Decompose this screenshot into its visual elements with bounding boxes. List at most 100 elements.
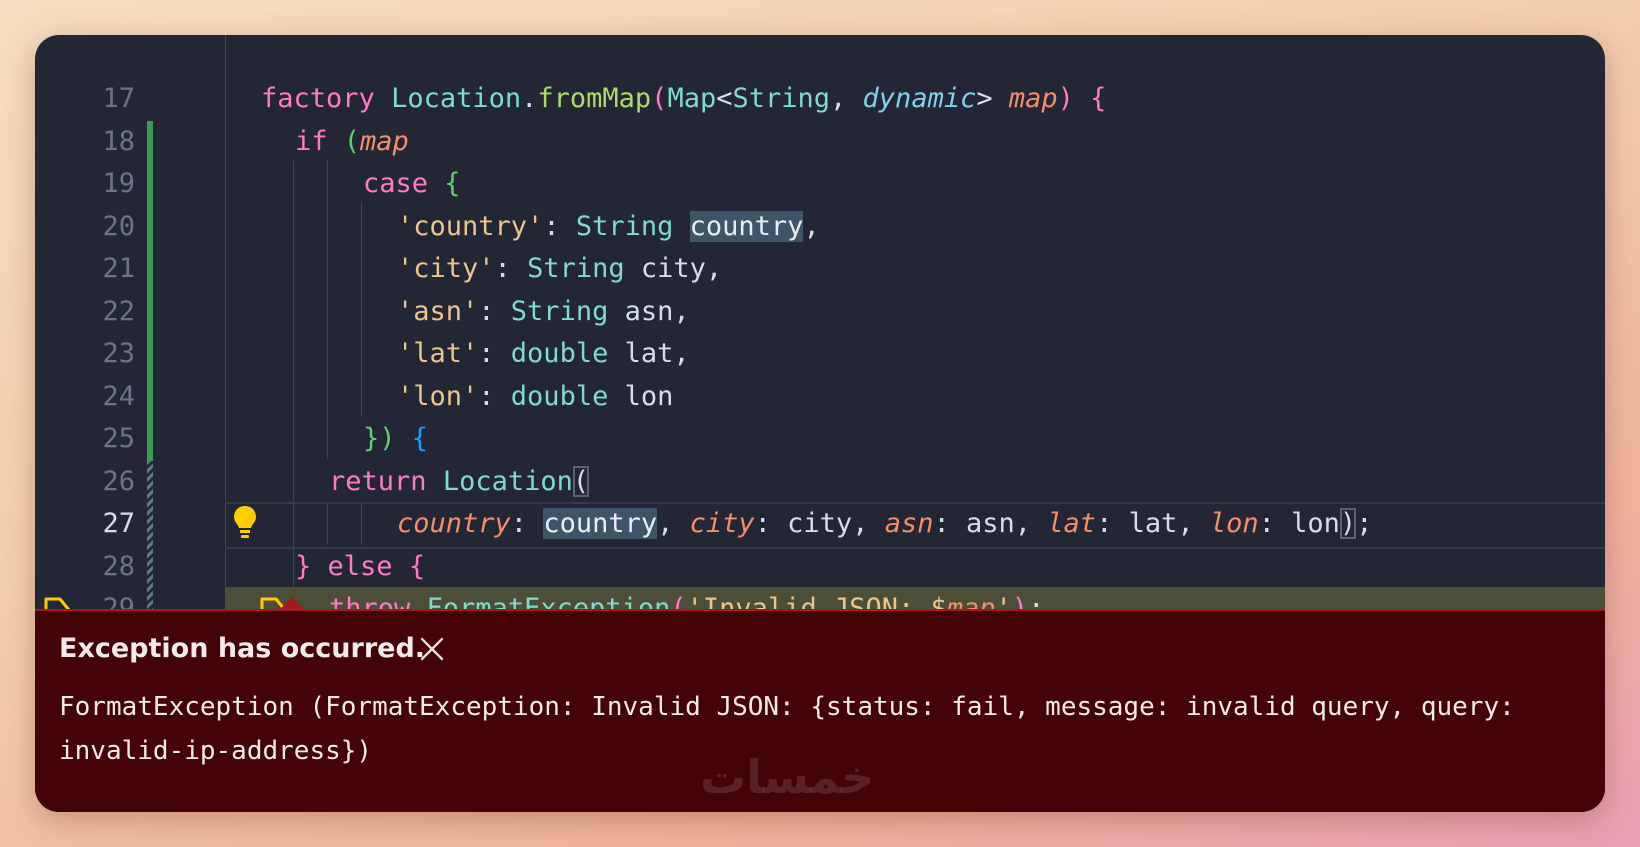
code-token: Map <box>667 83 717 114</box>
code-token: map <box>360 125 409 157</box>
code-token: > <box>976 83 1009 114</box>
code-token: ; <box>1356 508 1373 539</box>
code-token: Location <box>391 83 522 114</box>
code-token: 'lat' <box>397 338 479 369</box>
code-text[interactable]: factory Location.fromMap(Map<String, dyn… <box>261 77 1106 121</box>
code-line[interactable]: 24 'lon': double lon <box>35 375 1605 419</box>
line-number[interactable]: 23 <box>35 332 135 376</box>
code-token: String <box>732 83 831 114</box>
code-line[interactable]: 20 'country': String country, <box>35 205 1605 249</box>
code-token: , <box>830 83 863 114</box>
code-editor-window: 17 factory Location.fromMap(Map<String, d… <box>35 35 1605 812</box>
line-number[interactable]: 24 <box>35 375 135 419</box>
code-line[interactable]: 28} else { <box>35 545 1605 589</box>
lightbulb-icon[interactable] <box>233 505 257 539</box>
code-line[interactable]: 26 return Location( <box>35 460 1605 504</box>
code-token: ( <box>343 125 361 157</box>
code-token: , <box>803 210 820 242</box>
code-token: double <box>510 338 609 369</box>
code-text[interactable]: 'city': String city, <box>397 247 722 291</box>
code-token: . <box>521 83 538 114</box>
line-number[interactable]: 26 <box>35 460 135 504</box>
code-token: : <box>510 508 544 539</box>
code-token: : <box>478 295 511 327</box>
code-token: : lon <box>1258 508 1340 539</box>
line-number[interactable]: 19 <box>35 162 135 206</box>
code-token: : <box>478 380 511 412</box>
code-token: : asn, <box>933 508 1048 539</box>
code-token: : city, <box>754 508 885 539</box>
code-token: if <box>295 125 328 157</box>
code-text[interactable]: } else { <box>295 545 425 589</box>
code-text[interactable]: }) { <box>363 417 428 461</box>
code-token: 'city' <box>397 253 495 284</box>
code-token: dynamic <box>862 83 977 114</box>
code-token: country <box>543 508 658 539</box>
line-number[interactable]: 27 <box>35 502 135 546</box>
code-token: case <box>363 168 429 199</box>
code-text[interactable]: country: country, city: city, asn: asn, … <box>397 502 1372 546</box>
code-token: lat <box>1047 508 1097 539</box>
code-token: < <box>716 83 733 114</box>
code-token: ( <box>572 465 590 497</box>
code-token: : <box>478 338 511 369</box>
line-number[interactable]: 22 <box>35 290 135 334</box>
code-token: ) <box>1339 508 1357 539</box>
line-number[interactable]: 17 <box>35 77 135 121</box>
code-token: String <box>527 253 625 284</box>
code-line[interactable]: 23 'lat': double lat, <box>35 332 1605 376</box>
code-text[interactable]: 'asn': String asn, <box>397 290 690 334</box>
watermark-logo: خمسات <box>700 750 875 804</box>
code-line[interactable]: 18 if (map <box>35 120 1605 164</box>
code-token: double <box>510 380 609 412</box>
editor-area[interactable]: 17 factory Location.fromMap(Map<String, d… <box>35 35 1605 635</box>
code-token: : <box>543 210 576 242</box>
code-token: 'asn' <box>397 295 479 327</box>
code-token: asn <box>884 508 934 539</box>
code-token: lon <box>608 380 674 412</box>
code-token: Location <box>442 465 573 497</box>
code-token: , <box>657 508 690 539</box>
code-token: fromMap <box>537 83 652 114</box>
code-token: { <box>408 550 426 582</box>
code-text[interactable]: if (map <box>295 120 409 164</box>
line-number[interactable]: 20 <box>35 205 135 249</box>
line-number[interactable]: 18 <box>35 120 135 164</box>
code-line[interactable]: 27 country: country, city: city, asn: asn… <box>35 502 1605 546</box>
code-token: } <box>295 550 312 582</box>
line-number[interactable]: 21 <box>35 247 135 291</box>
code-token: lon <box>1209 508 1259 539</box>
code-text[interactable]: 'lat': double lat, <box>397 332 690 376</box>
code-line[interactable]: 19 case { <box>35 162 1605 206</box>
code-line[interactable]: 25 }) { <box>35 417 1605 461</box>
line-number[interactable]: 25 <box>35 417 135 461</box>
code-token: city, <box>624 253 723 284</box>
code-token: ( <box>651 83 668 114</box>
code-token: { <box>1090 83 1107 114</box>
code-token: String <box>575 210 674 242</box>
code-text[interactable]: 'country': String country, <box>397 205 820 249</box>
exception-title: Exception has occurred. <box>59 633 426 664</box>
code-line[interactable]: 21 'city': String city, <box>35 247 1605 291</box>
close-icon[interactable] <box>417 634 447 664</box>
code-token: 'country' <box>397 210 544 242</box>
code-token: lat, <box>608 338 690 369</box>
code-line[interactable]: 17 factory Location.fromMap(Map<String, d… <box>35 77 1605 121</box>
code-token: else <box>327 550 393 582</box>
code-text[interactable]: case { <box>363 162 461 206</box>
code-token: map <box>1008 83 1058 114</box>
line-number[interactable]: 28 <box>35 545 135 589</box>
code-token: asn, <box>608 295 690 327</box>
code-token: String <box>510 295 609 327</box>
code-text[interactable]: 'lon': double lon <box>397 375 673 419</box>
code-token: city <box>689 508 755 539</box>
code-text[interactable]: return Location( <box>329 460 590 504</box>
code-line[interactable]: 22 'asn': String asn, <box>35 290 1605 334</box>
